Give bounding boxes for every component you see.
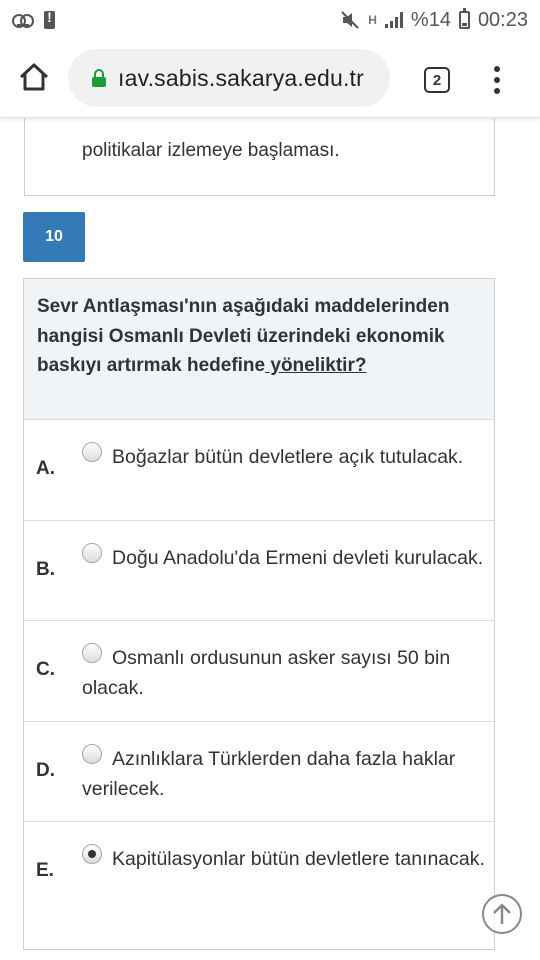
signal-icon bbox=[384, 12, 403, 28]
question-card: Sevr Antlaşması'nın aşağıdaki maddelerin… bbox=[23, 278, 495, 950]
question-number-badge: 10 bbox=[23, 212, 85, 262]
tab-count: 2 bbox=[432, 71, 442, 89]
home-icon[interactable] bbox=[18, 62, 50, 92]
lock-icon bbox=[92, 69, 106, 87]
option-a[interactable]: A. Boğazlar bütün devletlere açık tutula… bbox=[24, 420, 494, 521]
option-text: Kapitülasyonlar bütün devletlere tanınac… bbox=[112, 848, 485, 870]
tabs-icon[interactable]: 2 bbox=[424, 67, 450, 93]
option-letter: A. bbox=[36, 458, 55, 479]
address-bar[interactable]: ıav.sabis.sakarya.edu.tr bbox=[68, 49, 390, 107]
previous-option-text: politikalar izlemeye başlaması. bbox=[82, 140, 340, 161]
battery-percent: %14 bbox=[410, 8, 451, 31]
option-letter: D. bbox=[36, 759, 55, 781]
option-text: Doğu Anadolu'da Ermeni devleti kurulacak… bbox=[112, 546, 484, 569]
status-bar: H %14 00:23 bbox=[0, 0, 540, 40]
option-text: Osmanlı ordusunun asker sayısı 50 bin ol… bbox=[82, 647, 451, 699]
url-text: ıav.sabis.sakarya.edu.tr bbox=[118, 64, 364, 91]
network-type: H bbox=[368, 13, 377, 27]
browser-toolbar: ıav.sabis.sakarya.edu.tr 2 bbox=[0, 40, 540, 118]
question-text: Sevr Antlaşması'nın aşağıdaki maddelerin… bbox=[24, 279, 494, 420]
option-e[interactable]: E. Kapitülasyonlar bütün devletlere tanı… bbox=[24, 822, 494, 923]
scroll-top-icon bbox=[493, 903, 511, 924]
battery-icon bbox=[458, 8, 470, 29]
question-text-underlined: yöneliktir? bbox=[265, 355, 367, 376]
clock: 00:23 bbox=[477, 8, 528, 31]
option-letter: E. bbox=[36, 860, 54, 881]
question-text-main: Sevr Antlaşması'nın aşağıdaki maddelerin… bbox=[37, 296, 450, 376]
option-b[interactable]: B. Doğu Anadolu'da Ermeni devleti kurula… bbox=[24, 521, 494, 621]
option-text: Azınlıklara Türklerden daha fazla haklar… bbox=[82, 747, 456, 800]
option-text: Boğazlar bütün devletlere açık tutulacak… bbox=[112, 446, 464, 468]
voicemail-icon bbox=[12, 14, 34, 28]
menu-icon[interactable] bbox=[489, 66, 505, 94]
option-letter: B. bbox=[36, 558, 55, 580]
page-content: politikalar izlemeye başlaması. 10 Sevr … bbox=[0, 118, 540, 960]
question-number: 10 bbox=[45, 228, 63, 245]
mute-icon bbox=[341, 11, 359, 29]
alert-icon bbox=[44, 9, 55, 29]
scroll-top-button[interactable] bbox=[482, 894, 522, 934]
option-c[interactable]: C. Osmanlı ordusunun asker sayısı 50 bin… bbox=[24, 621, 494, 722]
option-d[interactable]: D. Azınlıklara Türklerden daha fazla hak… bbox=[24, 722, 494, 822]
option-letter: C. bbox=[36, 659, 55, 680]
